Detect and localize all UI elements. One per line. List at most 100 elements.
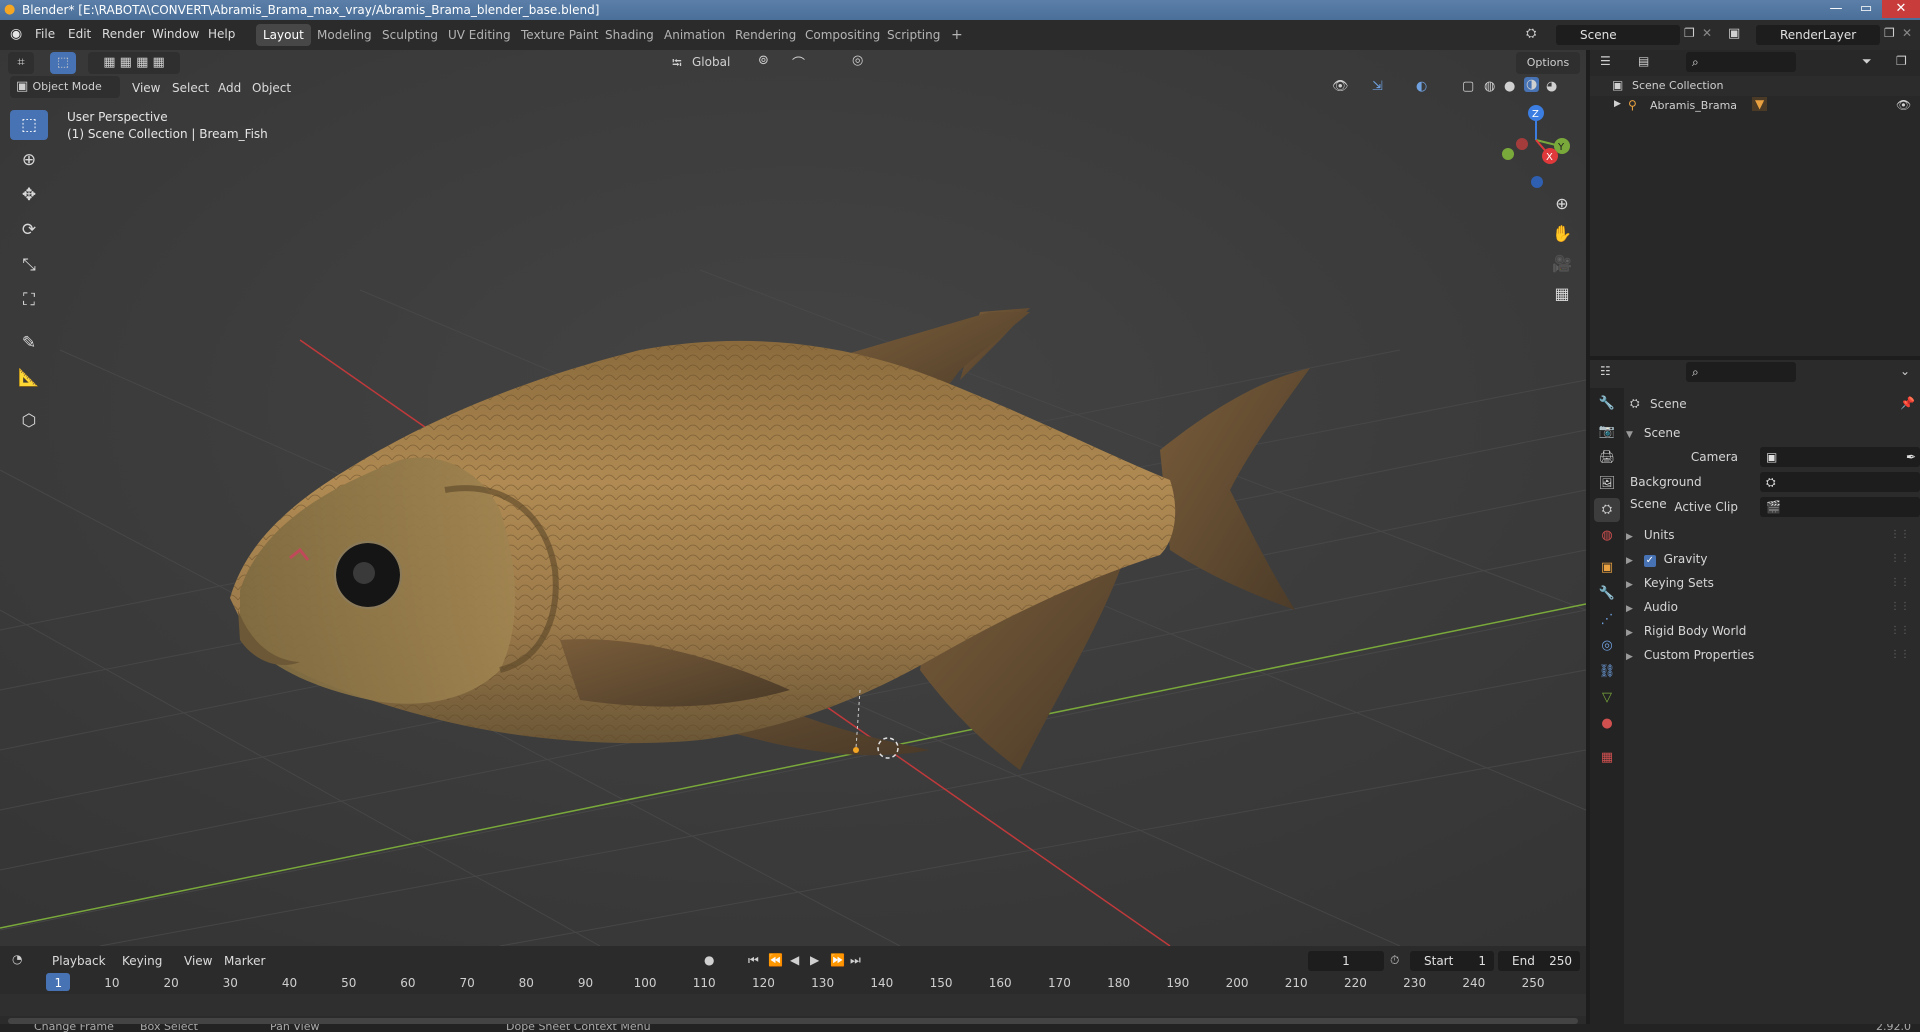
rendered-shading-icon[interactable]: ◕ <box>1546 79 1557 94</box>
new-collection-icon[interactable]: ❐ <box>1896 54 1907 68</box>
prev-keyframe-icon[interactable]: ⏪ <box>768 953 783 967</box>
renderlayer-selector[interactable]: RenderLayer <box>1756 25 1880 45</box>
editor-type-button[interactable]: ⌗ <box>8 52 34 74</box>
current-frame-field[interactable]: 1 <box>1308 951 1384 971</box>
annotate-tool[interactable]: ✎ <box>10 328 48 358</box>
object-data-tab-icon[interactable]: ▽ <box>1594 686 1620 710</box>
viewport-menu-object[interactable]: Object <box>252 81 291 95</box>
wireframe-shading-icon[interactable]: ◍ <box>1484 79 1495 94</box>
drag-handle-icon[interactable]: ⋮⋮ <box>1890 596 1910 618</box>
solid-shading-icon[interactable]: ● <box>1504 79 1515 94</box>
menu-help[interactable]: Help <box>208 27 235 41</box>
tab-uv-editing[interactable]: UV Editing <box>441 24 518 46</box>
transform-orientation-select[interactable]: Global <box>692 55 730 69</box>
minimize-button[interactable]: — <box>1822 0 1850 18</box>
active-clip-field[interactable]: 🎬 <box>1760 497 1920 517</box>
view-layer-tab-icon[interactable]: 🖼 <box>1594 472 1620 496</box>
add-workspace-button[interactable]: + <box>944 24 970 46</box>
pin-icon[interactable]: 📌 <box>1900 396 1915 410</box>
properties-search-field[interactable]: ⌕ <box>1686 362 1796 382</box>
measure-tool[interactable]: 📐 <box>10 363 48 393</box>
start-frame-field[interactable]: Start 1 <box>1410 951 1494 971</box>
outliner-display-mode-icon[interactable]: ▤ <box>1638 54 1649 68</box>
timeline-menu-keying[interactable]: Keying <box>122 954 162 968</box>
output-properties-tab-icon[interactable]: 🖨 <box>1594 446 1620 470</box>
scene-icon[interactable]: ⛭ <box>1526 26 1536 41</box>
visibility-icon[interactable]: 👁 <box>1332 79 1349 94</box>
tab-layout[interactable]: Layout <box>256 24 311 46</box>
drag-handle-icon[interactable]: ⋮⋮ <box>1890 548 1910 570</box>
delete-renderlayer-icon[interactable]: ✕ <box>1902 26 1912 40</box>
viewport-menu-add[interactable]: Add <box>218 81 241 95</box>
new-renderlayer-icon[interactable]: ❐ <box>1884 26 1895 40</box>
play-icon[interactable]: ▶ <box>810 953 819 967</box>
transform-orientation-icon[interactable]: ⭾ <box>672 54 682 76</box>
visibility-eye-icon[interactable]: 👁 <box>1896 98 1911 112</box>
tab-compositing[interactable]: Compositing <box>798 24 887 46</box>
units-panel[interactable]: ▶ Units ⋮⋮ <box>1626 524 1916 546</box>
object-properties-tab-icon[interactable]: ▣ <box>1594 556 1620 580</box>
selection-set-icon[interactable]: ▦ ▦ ▦ ▦ <box>88 52 180 74</box>
gizmo-toggle-icon[interactable]: ⇲ <box>1372 79 1383 94</box>
tab-scripting[interactable]: Scripting <box>880 24 947 46</box>
texture-tab-icon[interactable]: ▦ <box>1594 746 1620 770</box>
custom-properties-panel[interactable]: ▶ Custom Properties ⋮⋮ <box>1626 644 1916 666</box>
drag-handle-icon[interactable]: ⋮⋮ <box>1890 572 1910 594</box>
particles-tab-icon[interactable]: ⋰ <box>1594 608 1620 632</box>
render-properties-tab-icon[interactable]: 📷 <box>1594 420 1620 444</box>
drag-handle-icon[interactable]: ⋮⋮ <box>1890 524 1910 546</box>
pan-hand-icon[interactable]: ✋ <box>1548 220 1576 248</box>
timeline-menu-playback[interactable]: Playback <box>52 954 106 968</box>
camera-view-icon[interactable]: 🎥 <box>1548 250 1576 278</box>
keying-sets-panel[interactable]: ▶ Keying Sets ⋮⋮ <box>1626 572 1916 594</box>
properties-editor-icon[interactable]: ☷ <box>1600 364 1611 378</box>
blender-menu-icon[interactable]: ◉ <box>10 26 22 42</box>
background-scene-field[interactable]: ⛭ <box>1760 472 1920 492</box>
jump-start-icon[interactable]: ⏮ <box>748 953 759 968</box>
expand-arrow-icon[interactable]: ▶ <box>1614 99 1621 109</box>
select-mode-icon[interactable]: ⬚ <box>50 52 76 74</box>
material-tab-icon[interactable]: ● <box>1594 712 1620 736</box>
transform-tool[interactable]: ⛶ <box>10 285 48 315</box>
modifier-properties-tab-icon[interactable]: 🔧 <box>1594 582 1620 606</box>
menu-render[interactable]: Render <box>102 27 145 41</box>
maximize-button[interactable]: ▭ <box>1852 0 1880 18</box>
outliner-search-field[interactable]: ⌕ <box>1686 52 1796 72</box>
next-keyframe-icon[interactable]: ⏩ <box>830 953 845 967</box>
mode-select[interactable]: ▣ Object Mode <box>10 76 120 98</box>
delete-scene-icon[interactable]: ✕ <box>1702 26 1712 40</box>
new-scene-icon[interactable]: ❐ <box>1684 26 1695 40</box>
record-icon[interactable]: ● <box>704 953 714 967</box>
audio-panel[interactable]: ▶ Audio ⋮⋮ <box>1626 596 1916 618</box>
outliner-row-object[interactable]: ▶ ⚲ Abramis_Brama ▼ 👁 <box>1590 96 1920 116</box>
timeline-menu-view[interactable]: View <box>184 954 212 968</box>
gravity-checkbox[interactable]: ✓ <box>1643 555 1656 567</box>
close-button[interactable]: ✕ <box>1882 0 1920 18</box>
proportional-edit-icon[interactable]: ◎ <box>852 53 863 68</box>
constraints-tab-icon[interactable]: ⛓ <box>1594 660 1620 684</box>
outliner-editor-icon[interactable]: ☰ <box>1600 54 1611 68</box>
play-reverse-icon[interactable]: ◀ <box>790 953 799 967</box>
overlay-toggle-icon[interactable]: ◐ <box>1416 79 1427 94</box>
menu-edit[interactable]: Edit <box>68 27 91 41</box>
scale-tool[interactable]: ⤡ <box>10 250 48 280</box>
world-properties-tab-icon[interactable]: ◍ <box>1594 524 1620 548</box>
outliner-row-scene-collection[interactable]: ▣ Scene Collection <box>1590 76 1920 96</box>
outliner[interactable]: ☰ ▤ ⌕ ⏷ ❐ ▣ Scene Collection ▶ ⚲ Abramis… <box>1590 50 1920 356</box>
cursor-tool[interactable]: ⊕ <box>10 145 48 175</box>
viewport-menu-select[interactable]: Select <box>172 81 209 95</box>
material-shading-icon[interactable]: ◑ <box>1524 77 1540 92</box>
drag-handle-icon[interactable]: ⋮⋮ <box>1890 620 1910 642</box>
menu-window[interactable]: Window <box>152 27 199 41</box>
end-frame-field[interactable]: End 250 <box>1498 951 1580 971</box>
physics-tab-icon[interactable]: ◎ <box>1594 634 1620 658</box>
tab-modeling[interactable]: Modeling <box>310 24 379 46</box>
tab-sculpting[interactable]: Sculpting <box>375 24 445 46</box>
eyedropper-icon[interactable]: ✒ <box>1906 447 1916 467</box>
xray-toggle-icon[interactable]: ▢ <box>1462 79 1474 94</box>
select-box-tool[interactable]: ⬚ <box>10 110 48 140</box>
timeline-track[interactable] <box>0 994 1586 1016</box>
menu-file[interactable]: File <box>35 27 55 41</box>
viewport-menu-view[interactable]: View <box>132 81 160 95</box>
tab-texture-paint[interactable]: Texture Paint <box>514 24 605 46</box>
